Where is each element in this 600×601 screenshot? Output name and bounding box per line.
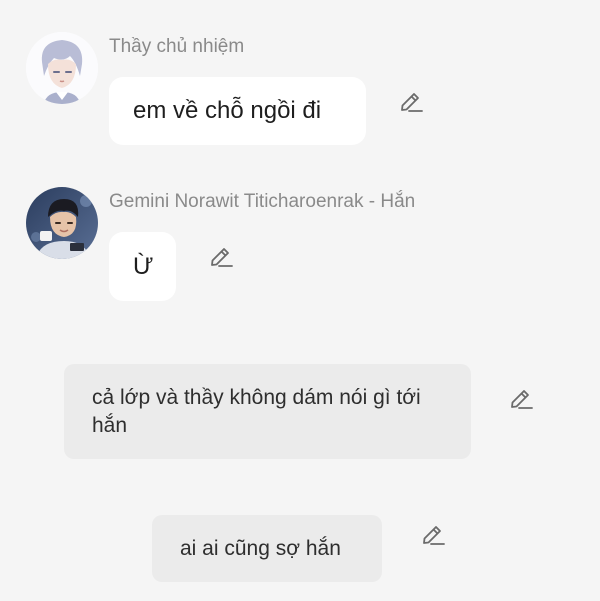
edit-message-button[interactable] — [419, 522, 447, 550]
anime-boy-avatar-icon — [26, 32, 98, 104]
edit-message-button[interactable] — [507, 386, 535, 414]
sender-name: Thầy chủ nhiệm — [109, 36, 245, 57]
person-photo-avatar-icon — [26, 187, 98, 259]
sender-name: Gemini Norawit Titicharoenrak - Hắn — [109, 191, 416, 212]
message-bubble[interactable]: Ừ — [109, 232, 176, 301]
narration-bubble[interactable]: ai ai cũng sợ hắn — [152, 515, 382, 582]
message-text: em về chỗ ngồi đi — [133, 97, 322, 124]
message-text: Ừ — [133, 252, 154, 280]
edit-message-button[interactable] — [397, 89, 425, 117]
narration-text: cả lớp và thầy không dám nói gì tới hắn — [92, 385, 421, 437]
pencil-edit-icon — [211, 248, 233, 267]
gemini-avatar[interactable] — [26, 187, 98, 259]
pencil-edit-icon — [423, 526, 445, 545]
narration-text: ai ai cũng sợ hắn — [180, 536, 341, 560]
pencil-edit-icon — [401, 93, 423, 112]
message-bubble[interactable]: em về chỗ ngồi đi — [109, 77, 366, 145]
edit-message-button[interactable] — [207, 244, 235, 272]
pencil-edit-icon — [511, 390, 533, 409]
teacher-avatar[interactable] — [26, 32, 98, 104]
narration-bubble[interactable]: cả lớp và thầy không dám nói gì tới hắn — [64, 364, 471, 459]
